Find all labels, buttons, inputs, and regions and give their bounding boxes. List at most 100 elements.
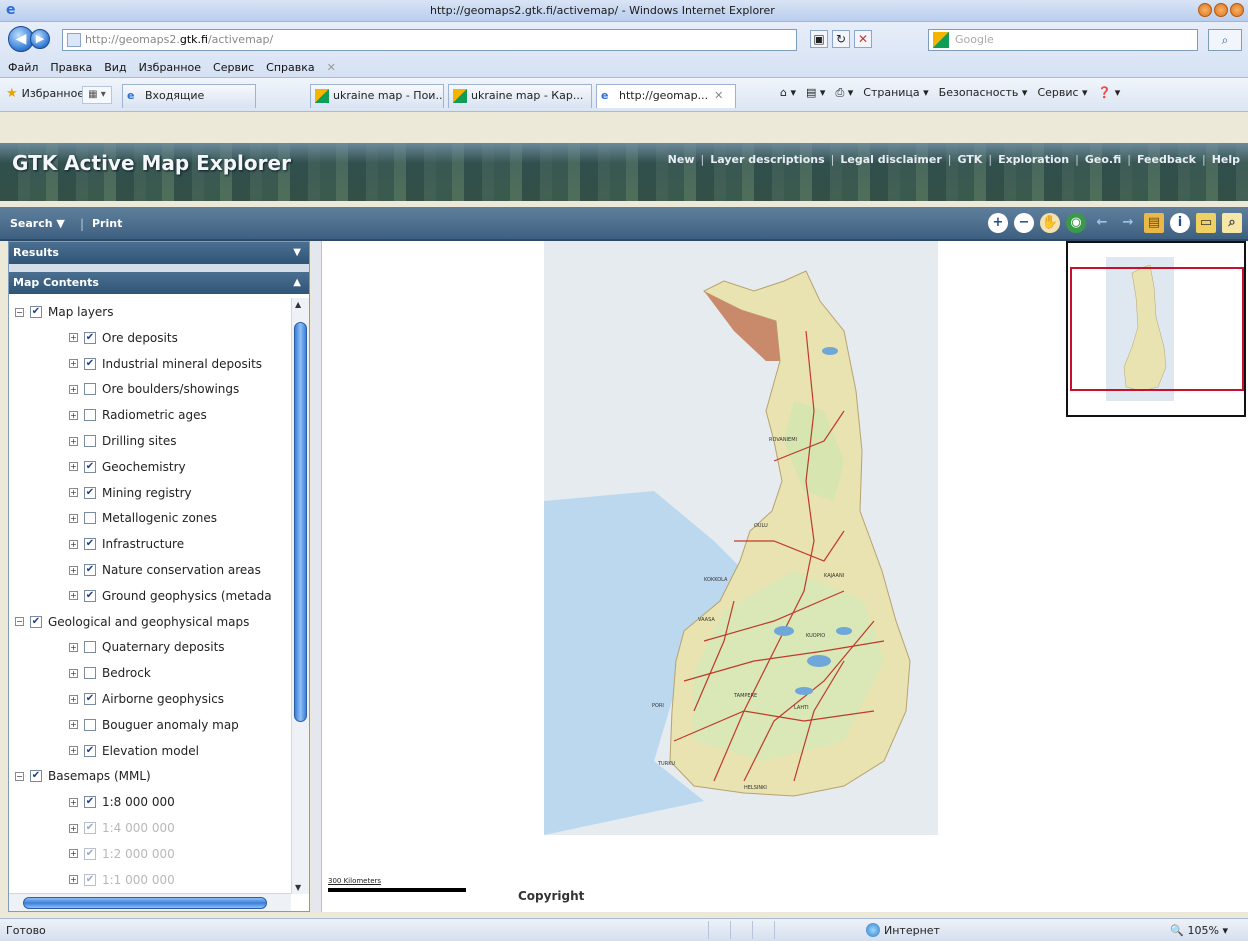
tree-layer-row[interactable]: + ✔ 1:1 000 000 — [69, 870, 175, 890]
tree-group-row[interactable]: − ✔ Basemaps (MML) — [15, 766, 151, 786]
tree-layer-row[interactable]: + ✔ Airborne geophysics — [69, 689, 224, 709]
expand-icon[interactable]: + — [69, 875, 78, 885]
zoom-level[interactable]: 🔍 105% ▾ — [1170, 924, 1228, 937]
close-toolbar-icon[interactable]: ✕ — [327, 61, 336, 74]
maximize-button[interactable] — [1214, 3, 1228, 17]
home-icon[interactable]: ⌂ ▾ — [780, 86, 796, 100]
menu-help[interactable]: Справка — [266, 61, 314, 74]
layer-checkbox[interactable]: ✔ — [84, 564, 96, 576]
close-window-button[interactable] — [1230, 3, 1244, 17]
minimize-button[interactable] — [1198, 3, 1212, 17]
close-tab-icon[interactable]: ✕ — [714, 89, 723, 102]
tab-ukraine-2[interactable]: ukraine map - Кар... — [448, 84, 592, 108]
nav-feedback[interactable]: Feedback — [1137, 153, 1196, 166]
tree-layer-row[interactable]: + Drilling sites — [69, 431, 176, 451]
expand-icon[interactable]: + — [69, 823, 78, 833]
tree-layer-row[interactable]: + ✔ Geochemistry — [69, 457, 186, 477]
expand-icon[interactable]: + — [69, 694, 78, 704]
layer-checkbox[interactable]: ✔ — [84, 460, 96, 473]
results-header[interactable]: Results ▼ — [9, 242, 309, 264]
layer-checkbox[interactable] — [84, 718, 96, 731]
tree-layer-row[interactable]: + ✔ Nature conservation areas — [69, 560, 261, 580]
tree-layer-row[interactable]: + ✔ Elevation model — [69, 741, 199, 761]
tree-group-row[interactable]: − ✔ Map layers — [15, 302, 114, 322]
expand-icon[interactable]: + — [69, 797, 78, 807]
nav-gtk[interactable]: GTK — [957, 153, 982, 166]
help-icon[interactable]: ❓ ▾ — [1098, 86, 1121, 100]
url-input[interactable]: http://geomaps2.gtk.fi/activemap/ — [62, 29, 797, 51]
tree-layer-row[interactable]: + ✔ 1:4 000 000 — [69, 818, 175, 838]
tree-layer-row[interactable]: + ✔ Infrastructure — [69, 534, 184, 554]
tree-layer-row[interactable]: + Metallogenic zones — [69, 508, 217, 528]
tree-layer-row[interactable]: + Bouguer anomaly map — [69, 715, 239, 735]
expand-icon[interactable]: + — [69, 565, 78, 575]
favorites-button[interactable]: ★ Избранное — [6, 86, 84, 101]
compatibility-icon[interactable]: ▣ — [810, 30, 828, 48]
tab-ukraine-1[interactable]: ukraine map - Пои... — [310, 84, 444, 108]
print-button[interactable]: Print — [92, 217, 122, 230]
stop-icon[interactable]: ✕ — [854, 30, 872, 48]
print-icon[interactable]: ⎙ ▾ — [835, 86, 853, 100]
vertical-scrollbar[interactable]: ▲ ▼ — [291, 298, 309, 894]
nav-layer-descriptions[interactable]: Layer descriptions — [710, 153, 824, 166]
layer-checkbox[interactable] — [84, 383, 96, 396]
tree-layer-row[interactable]: + ✔ 1:2 000 000 — [69, 844, 175, 864]
map-area[interactable]: ROVANIEMI OULU KOKKOLA KAJAANI VAASA KUO… — [322, 241, 1248, 912]
expand-icon[interactable]: + — [69, 462, 78, 472]
expand-icon[interactable]: + — [69, 384, 78, 394]
horizontal-scrollbar[interactable] — [9, 893, 291, 911]
layer-checkbox[interactable]: ✔ — [84, 822, 96, 834]
layer-checkbox[interactable] — [84, 641, 96, 654]
zoom-out-icon[interactable]: − — [1014, 213, 1034, 233]
pan-hand-icon[interactable]: ✋ — [1040, 213, 1060, 233]
map-contents-header[interactable]: Map Contents ▲ — [9, 272, 309, 294]
menu-view[interactable]: Вид — [104, 61, 126, 74]
refresh-icon[interactable]: ↻ — [832, 30, 850, 48]
security-zone[interactable]: Интернет — [866, 923, 940, 937]
layer-checkbox[interactable]: ✔ — [84, 744, 96, 757]
layer-checkbox[interactable] — [84, 667, 96, 680]
hscroll-thumb[interactable] — [23, 897, 267, 909]
expand-icon[interactable]: + — [69, 591, 78, 601]
tree-layer-row[interactable]: + Quaternary deposits — [69, 637, 225, 657]
expand-icon[interactable]: + — [69, 488, 78, 498]
expand-icon[interactable]: + — [69, 642, 78, 652]
nav-new[interactable]: New — [668, 153, 695, 166]
layer-checkbox[interactable]: ✔ — [84, 331, 96, 344]
expand-icon[interactable]: + — [69, 849, 78, 859]
menu-file[interactable]: Файл — [8, 61, 38, 74]
previous-extent-icon[interactable]: ← — [1092, 213, 1112, 233]
expand-icon[interactable]: + — [69, 359, 78, 369]
identify-icon[interactable]: i — [1170, 213, 1190, 233]
feeds-icon[interactable]: ▤ ▾ — [806, 86, 825, 100]
layer-checkbox[interactable]: ✔ — [84, 847, 96, 860]
nav-legal-disclaimer[interactable]: Legal disclaimer — [840, 153, 941, 166]
search-input[interactable]: Google — [928, 29, 1198, 51]
tree-layer-row[interactable]: + ✔ Ground geophysics (metada — [69, 586, 272, 606]
collapse-icon[interactable]: − — [15, 617, 24, 627]
menu-tools[interactable]: Сервис — [213, 61, 254, 74]
collapse-icon[interactable]: − — [15, 307, 24, 317]
expand-icon[interactable]: + — [69, 720, 78, 730]
expand-icon[interactable]: + — [69, 333, 78, 343]
layer-checkbox[interactable] — [84, 512, 96, 525]
layer-checkbox[interactable] — [84, 409, 96, 422]
tab-inbox[interactable]: e Входящие — [122, 84, 256, 108]
tree-layer-row[interactable]: + ✔ Ore deposits — [69, 328, 178, 348]
tab-geomaps[interactable]: e http://geomap... ✕ — [596, 84, 736, 108]
measure-icon[interactable]: ▭ — [1196, 213, 1216, 233]
tree-group-row[interactable]: − ✔ Geological and geophysical maps — [15, 612, 249, 632]
tree-layer-row[interactable]: + Bedrock — [69, 663, 151, 683]
expand-icon[interactable]: + — [69, 513, 78, 523]
full-extent-icon[interactable]: ◉ — [1066, 213, 1086, 233]
scroll-down-icon[interactable]: ▼ — [295, 883, 301, 892]
layers-icon[interactable]: ▤ — [1144, 213, 1164, 233]
finland-map[interactable]: ROVANIEMI OULU KOKKOLA KAJAANI VAASA KUO… — [544, 241, 938, 835]
expand-icon[interactable]: + — [69, 539, 78, 549]
search-menu[interactable]: Search ▼ — [10, 217, 65, 230]
nav-exploration[interactable]: Exploration — [998, 153, 1069, 166]
layer-checkbox[interactable]: ✔ — [84, 538, 96, 551]
layer-checkbox[interactable]: ✔ — [84, 589, 96, 602]
quick-tabs-icon[interactable]: ▦ ▾ — [82, 86, 112, 104]
layer-checkbox[interactable]: ✔ — [30, 770, 42, 783]
